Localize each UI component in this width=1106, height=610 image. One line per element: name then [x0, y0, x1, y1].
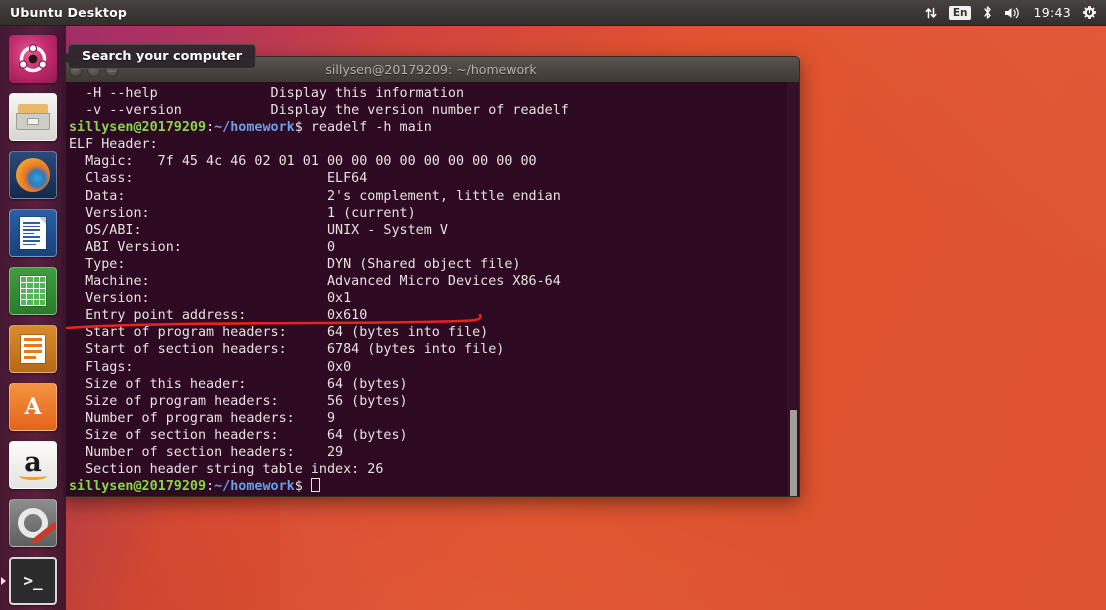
firefox-fox-shape [16, 158, 50, 192]
writer-text-lines [23, 222, 40, 247]
terminal-window[interactable]: ✕ − □ sillysen@20179209: ~/homework -H -… [62, 56, 800, 497]
volume-icon[interactable] [1004, 6, 1022, 20]
firefox-icon [9, 151, 57, 199]
software-center-glyph: A [24, 394, 42, 420]
system-tray: En 19:43 [924, 5, 1106, 20]
folder-slot-shape [27, 118, 39, 125]
terminal-icon: >_ [9, 557, 57, 605]
folder-body-shape [16, 113, 50, 130]
launcher-item-ubuntu-software[interactable]: A [0, 378, 66, 436]
terminal-cursor [310, 478, 320, 493]
calc-icon [9, 267, 57, 315]
terminal-scrollbar-thumb[interactable] [790, 410, 797, 496]
gear-power-icon[interactable] [1082, 5, 1097, 20]
wallpaper-facet-top-right [776, 0, 1106, 330]
launcher-item-libreoffice-writer[interactable] [0, 204, 66, 262]
amazon-smile-shape [19, 472, 47, 480]
launcher-item-firefox[interactable] [0, 146, 66, 204]
clock[interactable]: 19:43 [1033, 5, 1071, 20]
folder-top-shape [18, 104, 48, 113]
terminal-scrollbar[interactable] [787, 82, 799, 496]
launcher-item-files[interactable] [0, 88, 66, 146]
ubuntu-logo-icon [9, 35, 57, 83]
terminal-output: -H --help Display this information -v --… [69, 86, 569, 495]
gear-icon [18, 508, 56, 545]
terminal-body[interactable]: -H --help Display this information -v --… [62, 82, 800, 497]
file-manager-icon [9, 93, 57, 141]
writer-document-shape [20, 217, 46, 249]
wrench-icon [31, 521, 56, 545]
launcher-item-ubuntu-dash[interactable] [0, 30, 66, 88]
running-indicator-arrow [1, 577, 6, 585]
terminal-prompt-glyph: >_ [23, 571, 43, 590]
calc-spreadsheet-grid [20, 276, 46, 306]
launcher-item-libreoffice-calc[interactable] [0, 262, 66, 320]
system-settings-icon [9, 499, 57, 547]
launcher-item-amazon[interactable]: a [0, 436, 66, 494]
unity-launcher: A a >_ [0, 26, 66, 610]
impress-icon [9, 325, 57, 373]
amazon-icon: a [9, 441, 57, 489]
launcher-tooltip: Search your computer [61, 44, 257, 69]
panel-title: Ubuntu Desktop [10, 5, 128, 20]
impress-slide-shape [21, 335, 45, 363]
launcher-item-libreoffice-impress[interactable] [0, 320, 66, 378]
bluetooth-icon[interactable] [982, 5, 993, 20]
launcher-tooltip-label: Search your computer [82, 49, 243, 64]
keyboard-layout-indicator[interactable]: En [948, 5, 972, 20]
network-updown-icon[interactable] [924, 6, 938, 20]
launcher-item-system-settings[interactable] [0, 494, 66, 552]
launcher-item-terminal[interactable]: >_ [0, 552, 66, 610]
software-center-icon: A [9, 383, 57, 431]
writer-icon [9, 209, 57, 257]
top-panel: Ubuntu Desktop En 19:43 [0, 0, 1106, 26]
